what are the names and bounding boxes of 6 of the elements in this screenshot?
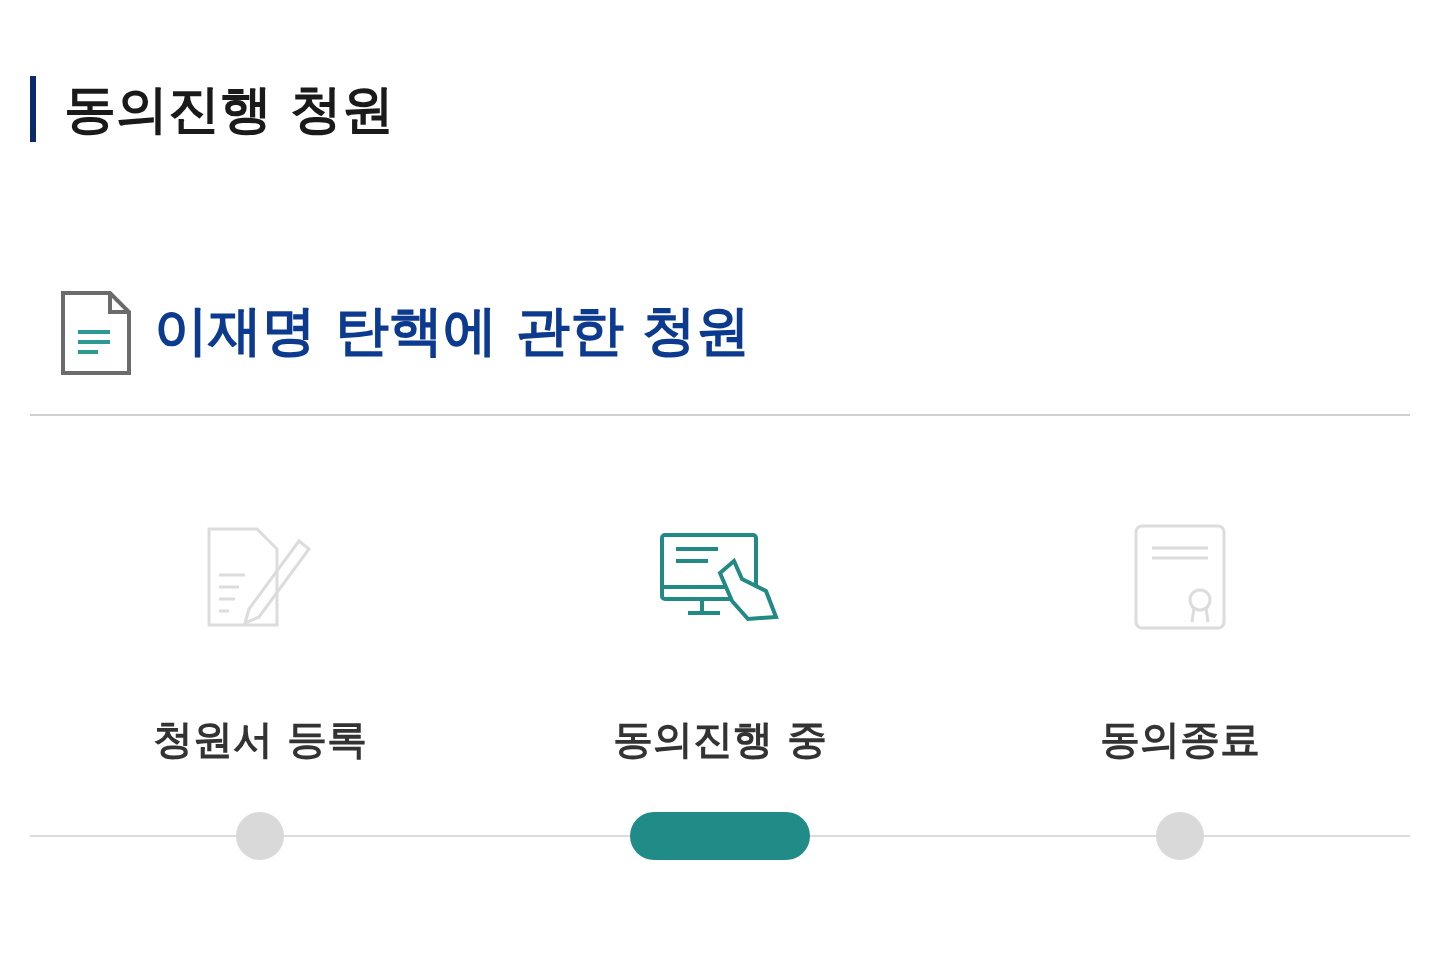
petition-title: 이재명 탄핵에 관한 청원 [154,297,751,364]
section-title: 동의진행 청원 [30,76,395,142]
document-icon [60,290,132,376]
step-label: 동의진행 중 [613,715,827,764]
step-label: 청원서 등록 [153,715,367,764]
step-label: 동의종료 [1100,715,1260,764]
